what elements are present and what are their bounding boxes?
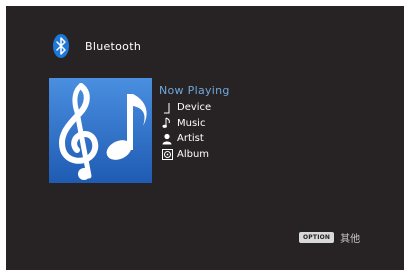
album-icon bbox=[161, 148, 173, 160]
info-album-label: Album bbox=[177, 148, 210, 160]
option-button[interactable]: OPTION bbox=[299, 232, 335, 243]
now-playing-info: Device Music Artist Album bbox=[161, 100, 211, 162]
artist-icon bbox=[161, 133, 173, 145]
music-notes-icon bbox=[49, 78, 152, 183]
info-music-label: Music bbox=[177, 117, 206, 129]
info-artist-label: Artist bbox=[177, 133, 204, 145]
album-art bbox=[49, 78, 152, 183]
device-icon bbox=[161, 102, 173, 114]
source-title: Bluetooth bbox=[85, 39, 142, 53]
screen: Bluetooth Now Playing Device Music Artis… bbox=[6, 6, 404, 270]
option-label: 其他 bbox=[340, 234, 361, 245]
info-device-label: Device bbox=[177, 102, 212, 114]
info-album: Album bbox=[161, 147, 211, 163]
info-music: Music bbox=[161, 116, 211, 132]
info-device: Device bbox=[161, 100, 211, 116]
now-playing-heading: Now Playing bbox=[159, 84, 230, 97]
header: Bluetooth bbox=[52, 32, 141, 60]
info-artist: Artist bbox=[161, 131, 211, 147]
option-area: OPTION 其他 bbox=[299, 230, 360, 245]
bluetooth-icon bbox=[52, 33, 70, 59]
music-note-icon bbox=[161, 117, 173, 129]
